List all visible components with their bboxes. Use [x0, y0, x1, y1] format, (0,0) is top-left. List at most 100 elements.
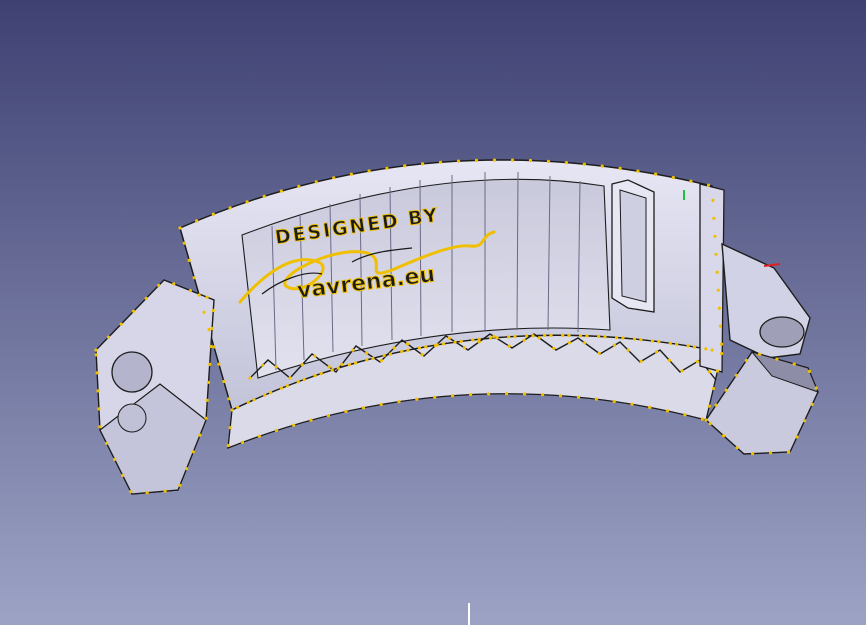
- vertex-dot: [655, 350, 659, 354]
- vertex-dot: [257, 434, 261, 438]
- vertex-dot: [361, 406, 366, 410]
- vertex-dot: [612, 399, 616, 404]
- vertex-dot: [492, 334, 496, 339]
- vertex-dot: [567, 333, 571, 337]
- vertex-dot: [453, 340, 457, 344]
- vertex-dot: [314, 180, 318, 184]
- vertex-dot: [178, 483, 182, 487]
- vertex-dot: [719, 342, 724, 346]
- vertex-dot: [474, 158, 479, 162]
- vertex-dot: [583, 341, 587, 345]
- vertex-dot: [507, 335, 511, 339]
- vertex-dot: [525, 334, 529, 338]
- vertex-dot: [792, 362, 796, 366]
- vertex-dot: [546, 159, 551, 163]
- left-hole-lower: [117, 403, 147, 433]
- vertex-dot: [296, 380, 300, 384]
- vertex-dot: [600, 164, 604, 168]
- vertex-dot: [340, 362, 344, 366]
- vertex-dot: [654, 172, 658, 176]
- vertex-dot: [313, 354, 317, 358]
- vertex-dot: [717, 306, 722, 310]
- vertex-dot: [205, 398, 209, 402]
- vertex-dot: [758, 352, 762, 356]
- vertex-dot: [288, 376, 292, 380]
- vertex-dot: [163, 489, 167, 493]
- vertex-dot: [650, 339, 655, 343]
- vertex-dot: [507, 344, 511, 348]
- vertex-dot: [354, 361, 358, 365]
- vertex-dot: [552, 346, 556, 350]
- vertex-dot: [371, 356, 375, 360]
- vertex-dot: [367, 169, 371, 173]
- vertex-dot: [621, 336, 625, 340]
- vertex-dot: [686, 344, 690, 348]
- vertex-dot: [564, 161, 569, 165]
- vertex-dot: [420, 353, 424, 357]
- vertex-dot: [597, 334, 601, 338]
- vertex-dot: [689, 179, 693, 183]
- vertex-dot: [365, 358, 369, 362]
- vertex-dot: [279, 189, 283, 193]
- vertex-dot: [807, 369, 812, 373]
- vertex-dot: [522, 338, 526, 342]
- vertex-dot: [537, 336, 541, 340]
- vertex-dot: [603, 335, 607, 339]
- vertex-dot: [297, 184, 301, 188]
- vertex-dot: [421, 162, 425, 166]
- vertex-dot: [263, 393, 267, 397]
- vertex-dot: [252, 398, 256, 402]
- vertex-dot: [94, 348, 98, 352]
- vertex-dot: [708, 422, 712, 426]
- vertex-dot: [336, 366, 340, 370]
- vertex-dot: [246, 400, 250, 404]
- 3d-scene[interactable]: DESIGNED BY vavrena.eu: [0, 0, 866, 625]
- vertex-dot: [716, 288, 720, 292]
- vertex-dot: [94, 353, 98, 357]
- vertex-dot: [712, 216, 716, 220]
- vertex-dot: [178, 226, 182, 230]
- vertex-dot: [191, 450, 195, 454]
- vertex-dot: [505, 392, 509, 396]
- vertex-dot: [510, 158, 515, 162]
- vertex-dot: [96, 389, 100, 393]
- vertex-dot: [204, 416, 208, 420]
- vertex-dot: [344, 409, 348, 414]
- vertex-dot: [469, 393, 473, 397]
- vertex-dot: [582, 162, 586, 166]
- vertex-dot: [211, 212, 215, 216]
- vertex-dot: [456, 159, 461, 163]
- vertex-dot: [710, 348, 714, 352]
- vertex-dot: [172, 282, 176, 286]
- vertex-dot: [187, 258, 191, 262]
- vertex-dot: [492, 158, 497, 162]
- vertex-dot: [814, 386, 818, 390]
- vertex-dot: [704, 347, 708, 351]
- 3d-viewport[interactable]: DESIGNED BY vavrena.eu: [0, 0, 866, 625]
- vertex-dot: [300, 363, 304, 367]
- vertex-dot: [206, 380, 211, 384]
- left-hole: [111, 351, 153, 393]
- vertex-dot: [269, 391, 273, 395]
- vertex-dot: [487, 392, 491, 396]
- vertex-dot: [302, 377, 306, 382]
- vertex-dot: [471, 338, 475, 342]
- vertex-dot: [330, 368, 334, 372]
- vertex-dot: [459, 339, 463, 343]
- vertex-dot: [385, 166, 389, 170]
- vertex-dot: [113, 457, 117, 461]
- vertex-dot: [236, 405, 240, 409]
- vertex-dot: [714, 403, 718, 407]
- vertex-dot: [185, 467, 189, 471]
- vertex-dot: [261, 363, 265, 367]
- vertex-dot: [734, 373, 738, 377]
- vertex-dot: [787, 450, 791, 454]
- vertex-dot: [636, 169, 640, 173]
- vertex-dot: [451, 394, 455, 398]
- vertex-dot: [639, 338, 643, 342]
- vertex-dot: [711, 198, 715, 202]
- vertex-dot: [240, 440, 245, 444]
- vertex-dot: [576, 395, 581, 399]
- vertex-dot: [523, 392, 527, 396]
- vertex-dot: [98, 425, 102, 429]
